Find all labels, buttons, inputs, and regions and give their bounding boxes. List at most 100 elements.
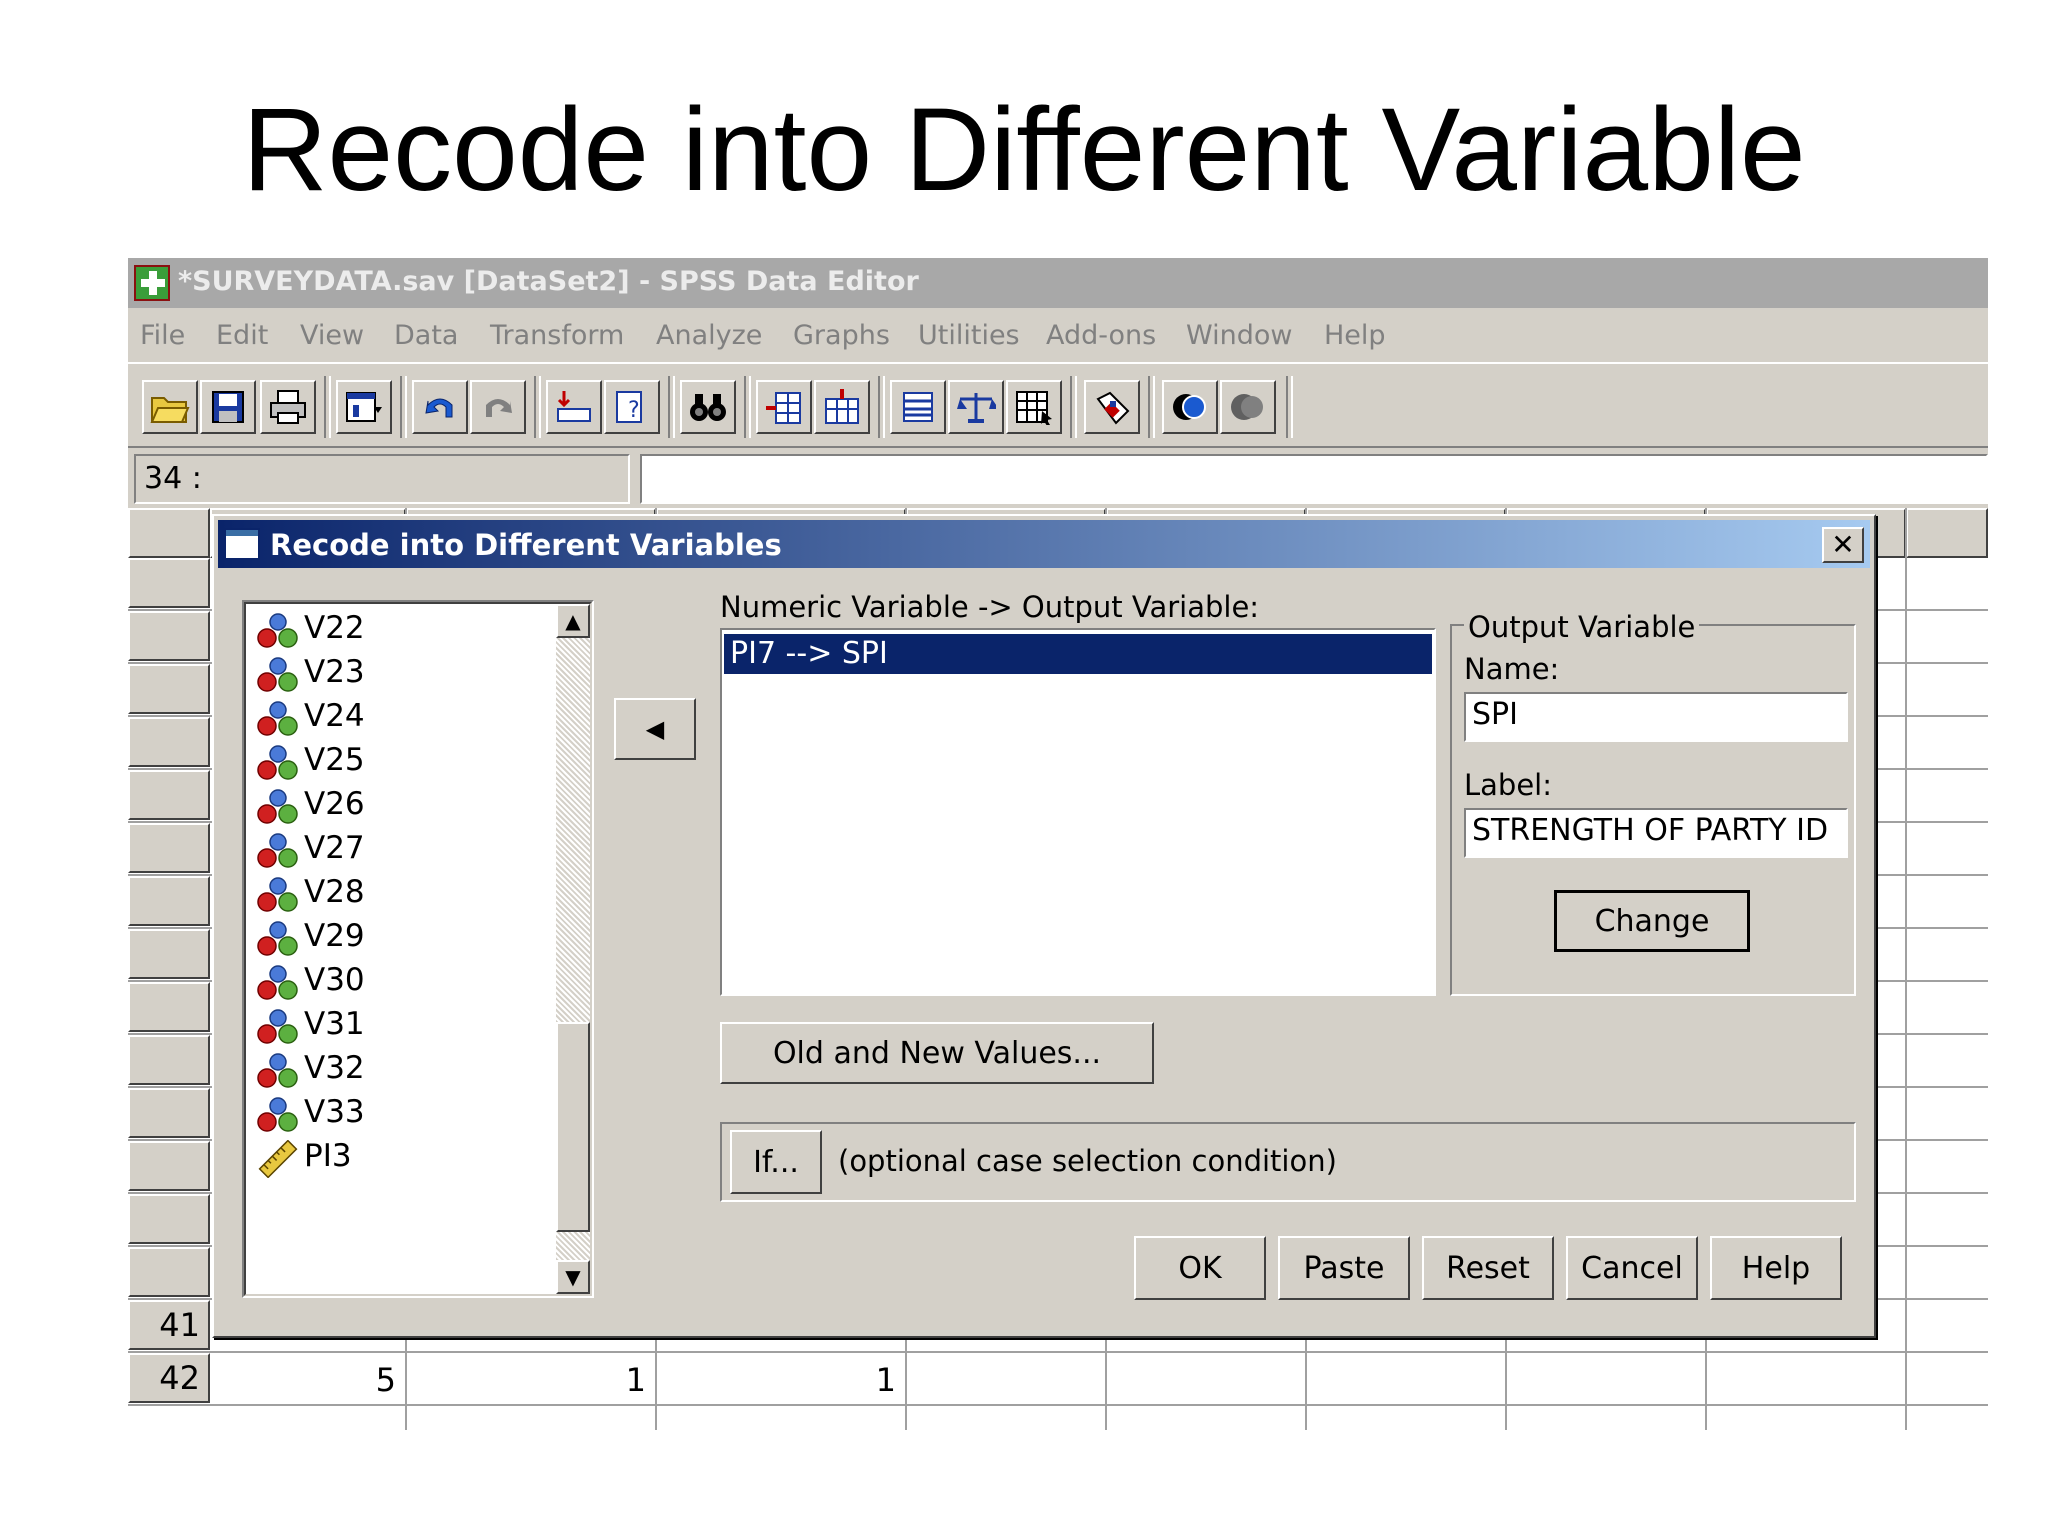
variables-icon[interactable]: ? — [604, 380, 660, 434]
save-icon[interactable] — [200, 380, 256, 434]
value-labels-icon[interactable] — [1084, 380, 1140, 434]
row-header[interactable] — [128, 823, 210, 873]
output-variable-group-label: Output Variable — [1464, 610, 1700, 644]
variable-name: V28 — [304, 874, 365, 910]
redo-icon[interactable] — [470, 380, 526, 434]
variable-name: PI3 — [304, 1138, 352, 1174]
nominal-variable-icon — [256, 964, 300, 1002]
select-cases-icon[interactable] — [1006, 380, 1062, 434]
scroll-down-icon[interactable]: ▼ — [556, 1260, 590, 1294]
window-title-bar: *SURVEYDATA.sav [DataSet2] - SPSS Data E… — [128, 258, 1988, 308]
grid-corner — [128, 508, 210, 558]
scroll-up-icon[interactable]: ▲ — [556, 604, 590, 638]
open-icon[interactable] — [142, 380, 198, 434]
if-condition-text: (optional case selection condition) — [838, 1144, 1337, 1178]
old-new-values-button[interactable]: Old and New Values... — [720, 1022, 1154, 1084]
goto-case-icon[interactable] — [546, 380, 602, 434]
variable-name: V31 — [304, 1006, 365, 1042]
scale-variable-icon — [256, 1139, 300, 1179]
dialog-window-icon — [224, 528, 260, 560]
row-header[interactable] — [128, 611, 210, 661]
row-header[interactable] — [128, 1088, 210, 1138]
row-header[interactable]: 42 — [128, 1353, 210, 1403]
find-icon[interactable] — [680, 380, 736, 434]
if-button[interactable]: If... — [730, 1130, 822, 1194]
row-header[interactable] — [128, 1247, 210, 1297]
nominal-variable-icon — [256, 700, 300, 738]
row-header[interactable] — [128, 717, 210, 767]
menu-window[interactable]: Window — [1186, 320, 1292, 351]
menu-edit[interactable]: Edit — [216, 320, 268, 351]
split-file-icon[interactable] — [890, 380, 946, 434]
column-header[interactable] — [1906, 508, 1988, 558]
variable-name: V26 — [304, 786, 365, 822]
nominal-variable-icon — [256, 1008, 300, 1046]
change-button[interactable]: Change — [1554, 890, 1750, 952]
arrow-left-icon: ◀ — [645, 715, 665, 743]
spss-app-icon — [134, 265, 170, 301]
mapping-list[interactable]: PI7 --> SPI — [720, 628, 1436, 996]
row-header[interactable] — [128, 558, 210, 608]
dialog-recall-icon[interactable] — [336, 380, 392, 434]
label-field[interactable]: STRENGTH OF PARTY ID — [1464, 808, 1848, 858]
show-all-icon[interactable] — [1220, 380, 1276, 434]
menu-transform[interactable]: Transform — [490, 320, 624, 351]
row-header[interactable] — [128, 876, 210, 926]
row-header[interactable] — [128, 929, 210, 979]
menu-utilities[interactable]: Utilities — [918, 320, 1020, 351]
row-header[interactable]: 41 — [128, 1300, 210, 1350]
undo-icon[interactable] — [412, 380, 468, 434]
row-header[interactable] — [128, 664, 210, 714]
insert-cases-icon[interactable] — [756, 380, 812, 434]
move-variable-button[interactable]: ◀ — [614, 698, 696, 760]
dialog-title: Recode into Different Variables — [270, 528, 782, 562]
row-header[interactable] — [128, 770, 210, 820]
row-header[interactable] — [128, 982, 210, 1032]
grid-cell[interactable]: 5 — [210, 1361, 396, 1399]
weight-cases-icon[interactable] — [948, 380, 1004, 434]
window-title: *SURVEYDATA.sav [DataSet2] - SPSS Data E… — [178, 266, 919, 297]
slide-title: Recode into Different Variable — [242, 84, 1806, 216]
row-number: 42 — [159, 1359, 200, 1397]
variable-name: V24 — [304, 698, 365, 734]
print-icon[interactable] — [260, 380, 316, 434]
menu-addons[interactable]: Add-ons — [1046, 320, 1156, 351]
svg-text:?: ? — [628, 398, 640, 423]
nominal-variable-icon — [256, 876, 300, 914]
row-header[interactable] — [128, 1141, 210, 1191]
menu-file[interactable]: File — [140, 320, 185, 351]
insert-variable-icon[interactable] — [814, 380, 870, 434]
cancel-button[interactable]: Cancel — [1566, 1236, 1698, 1300]
variable-name: V22 — [304, 610, 365, 646]
source-variable-list[interactable]: V22 V23 V24 V25 V26 V27 V28 V29 V30 V31 V32 V33 PI3 … — [242, 600, 594, 1298]
variable-list-scrollbar[interactable]: ▲ ▼ — [556, 604, 590, 1294]
menu-data[interactable]: Data — [394, 320, 458, 351]
name-field[interactable]: SPI — [1464, 692, 1848, 742]
use-sets-icon[interactable] — [1162, 380, 1218, 434]
nominal-variable-icon — [256, 788, 300, 826]
name-label: Name: — [1464, 652, 1560, 686]
nominal-variable-icon — [256, 612, 300, 650]
menu-view[interactable]: View — [300, 320, 364, 351]
cell-reference: 34 : — [134, 454, 630, 504]
row-header[interactable] — [128, 1194, 210, 1244]
menu-graphs[interactable]: Graphs — [793, 320, 890, 351]
paste-button[interactable]: Paste — [1278, 1236, 1410, 1300]
menu-help[interactable]: Help — [1324, 320, 1386, 351]
variable-name: V32 — [304, 1050, 365, 1086]
row-header[interactable] — [128, 1035, 210, 1085]
help-button[interactable]: Help — [1710, 1236, 1842, 1300]
menu-analyze[interactable]: Analyze — [656, 320, 762, 351]
scroll-thumb[interactable] — [556, 1022, 590, 1232]
nominal-variable-icon — [256, 656, 300, 694]
grid-cell[interactable]: 1 — [656, 1361, 896, 1399]
ok-button[interactable]: OK — [1134, 1236, 1266, 1300]
close-icon[interactable]: ✕ — [1822, 527, 1864, 563]
mapping-item-selected[interactable]: PI7 --> SPI — [724, 634, 1432, 674]
menu-bar: File Edit View Data Transform Analyze Gr… — [128, 308, 1988, 362]
grid-cell[interactable]: 1 — [406, 1361, 646, 1399]
cell-value-input[interactable] — [640, 454, 1988, 504]
reset-button[interactable]: Reset — [1422, 1236, 1554, 1300]
toolbar: ? — [128, 362, 1988, 448]
dialog-title-bar: Recode into Different Variables ✕ — [218, 520, 1870, 568]
